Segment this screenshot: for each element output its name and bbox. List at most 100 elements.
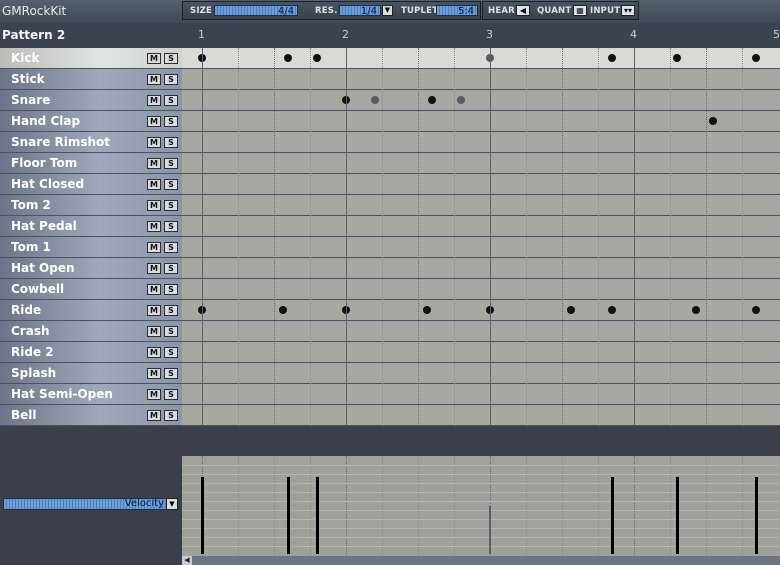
instrument-row[interactable]: Splash M S xyxy=(0,363,182,384)
solo-button[interactable]: S xyxy=(164,389,178,400)
mute-button[interactable]: M xyxy=(147,74,161,85)
grid-row[interactable] xyxy=(182,258,780,279)
grid-row[interactable] xyxy=(182,363,780,384)
velocity-bar[interactable] xyxy=(489,506,491,554)
mute-button[interactable]: M xyxy=(147,242,161,253)
instrument-row[interactable]: Hat Open M S xyxy=(0,258,182,279)
instrument-row[interactable]: Tom 1 MS xyxy=(0,237,182,258)
velocity-dropdown-icon[interactable]: ▼ xyxy=(166,498,178,510)
mute-button[interactable]: M xyxy=(147,179,161,190)
grid-row[interactable] xyxy=(182,300,780,321)
instrument-row[interactable]: Hat Closed M S xyxy=(0,174,182,195)
mute-button[interactable]: M xyxy=(147,53,161,64)
solo-button[interactable]: S xyxy=(164,95,178,106)
note[interactable] xyxy=(566,306,575,314)
instrument-row[interactable]: Hand Clap M S xyxy=(0,111,182,132)
velocity-bar[interactable] xyxy=(316,477,320,554)
mute-button[interactable]: M xyxy=(147,116,161,127)
mute-button[interactable]: M xyxy=(147,410,161,421)
scroll-left-arrow-icon[interactable]: ◀ xyxy=(182,556,192,565)
grid-row[interactable] xyxy=(182,279,780,300)
grid-row[interactable] xyxy=(182,153,780,174)
horizontal-scrollbar[interactable]: ◀ xyxy=(182,556,780,565)
input-keyboard-icon[interactable]: ▾▾ xyxy=(621,5,635,16)
resolution-field[interactable]: 1/4 xyxy=(339,5,381,17)
instrument-row[interactable]: Stick M S xyxy=(0,69,182,90)
grid-row[interactable] xyxy=(182,216,780,237)
instrument-row[interactable]: Ride M S xyxy=(0,300,182,321)
mute-button[interactable]: M xyxy=(147,200,161,211)
solo-button[interactable]: S xyxy=(164,158,178,169)
solo-button[interactable]: S xyxy=(164,74,178,85)
grid-row[interactable] xyxy=(182,342,780,363)
mute-button[interactable]: M xyxy=(147,263,161,274)
grid-row[interactable] xyxy=(182,237,780,258)
mute-button[interactable]: M xyxy=(147,284,161,295)
instrument-row[interactable]: Bell M S xyxy=(0,405,182,426)
mute-button[interactable]: M xyxy=(147,368,161,379)
grid-line xyxy=(202,48,203,426)
instrument-row[interactable]: Hat Pedal M S xyxy=(0,216,182,237)
grid-row[interactable] xyxy=(182,90,780,111)
velocity-bar[interactable] xyxy=(611,477,615,554)
instrument-row[interactable]: Ride 2 MS xyxy=(0,342,182,363)
grid-row[interactable] xyxy=(182,111,780,132)
resolution-dropdown-icon[interactable]: ▼ xyxy=(382,5,393,16)
hear-speaker-icon[interactable]: ◀ xyxy=(516,5,530,16)
note[interactable] xyxy=(370,96,379,104)
solo-button[interactable]: S xyxy=(164,263,178,274)
grid-row[interactable] xyxy=(182,132,780,153)
size-field[interactable]: 4/4 xyxy=(214,5,298,17)
mute-button[interactable]: M xyxy=(147,137,161,148)
note[interactable] xyxy=(422,306,431,314)
mute-button[interactable]: M xyxy=(147,305,161,316)
instrument-row[interactable]: Floor Tom M S xyxy=(0,153,182,174)
note-grid[interactable] xyxy=(182,48,780,426)
grid-row[interactable] xyxy=(182,48,780,69)
mute-button[interactable]: M xyxy=(147,221,161,232)
solo-button[interactable]: S xyxy=(164,221,178,232)
mute-button[interactable]: M xyxy=(147,326,161,337)
solo-button[interactable]: S xyxy=(164,53,178,64)
solo-button[interactable]: S xyxy=(164,368,178,379)
velocity-editor[interactable] xyxy=(182,456,780,556)
solo-button[interactable]: S xyxy=(164,200,178,211)
velocity-bar[interactable] xyxy=(676,477,680,554)
instrument-row[interactable]: Tom 2 MS xyxy=(0,195,182,216)
solo-button[interactable]: S xyxy=(164,137,178,148)
grid-row[interactable] xyxy=(182,321,780,342)
instrument-row[interactable]: Snare Rimshot M S xyxy=(0,132,182,153)
velocity-bar[interactable] xyxy=(287,477,291,554)
mute-button[interactable]: M xyxy=(147,347,161,358)
grid-line xyxy=(526,48,527,426)
grid-row[interactable] xyxy=(182,69,780,90)
solo-button[interactable]: S xyxy=(164,305,178,316)
note[interactable] xyxy=(691,306,700,314)
instrument-row[interactable]: Snare M S xyxy=(0,90,182,111)
solo-button[interactable]: S xyxy=(164,326,178,337)
velocity-bar[interactable] xyxy=(201,477,204,554)
instrument-row[interactable]: Cowbell M S xyxy=(0,279,182,300)
quantize-grid-icon[interactable]: ▦ xyxy=(573,5,587,16)
note[interactable] xyxy=(278,306,287,314)
mute-button[interactable]: M xyxy=(147,95,161,106)
solo-button[interactable]: S xyxy=(164,116,178,127)
instrument-row[interactable]: Kick M S xyxy=(0,48,182,69)
mute-button[interactable]: M xyxy=(147,158,161,169)
tuplet-field[interactable]: 5:4 xyxy=(436,5,478,17)
instrument-row[interactable]: Crash M S xyxy=(0,321,182,342)
solo-button[interactable]: S xyxy=(164,284,178,295)
solo-button[interactable]: S xyxy=(164,347,178,358)
mute-button[interactable]: M xyxy=(147,389,161,400)
grid-row[interactable] xyxy=(182,405,780,426)
velocity-level-line xyxy=(182,519,780,520)
grid-row[interactable] xyxy=(182,384,780,405)
velocity-bar[interactable] xyxy=(755,477,759,554)
solo-button[interactable]: S xyxy=(164,410,178,421)
grid-row[interactable] xyxy=(182,195,780,216)
velocity-selector[interactable]: Velocity xyxy=(3,498,167,510)
grid-row[interactable] xyxy=(182,174,780,195)
solo-button[interactable]: S xyxy=(164,179,178,190)
instrument-row[interactable]: Hat Semi-Open M S xyxy=(0,384,182,405)
solo-button[interactable]: S xyxy=(164,242,178,253)
